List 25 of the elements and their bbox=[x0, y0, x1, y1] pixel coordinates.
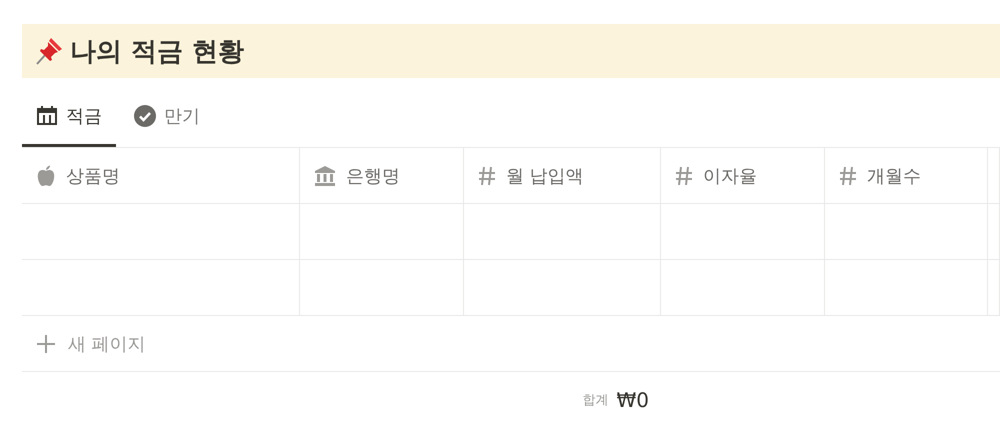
view-tab[interactable]: 적금 bbox=[22, 78, 116, 147]
column-label: 은행명 bbox=[346, 164, 400, 188]
bank-icon bbox=[314, 166, 336, 186]
pushpin-icon bbox=[34, 36, 64, 66]
column-header[interactable]: 월 납입액 bbox=[464, 148, 661, 203]
hash-icon bbox=[839, 166, 857, 186]
column-label: 월 납입액 bbox=[506, 164, 584, 188]
hash-icon bbox=[478, 166, 496, 186]
hash-icon bbox=[675, 166, 693, 186]
page-title: 나의 적금 현황 bbox=[70, 36, 244, 68]
column-header[interactable]: 상품명 bbox=[22, 148, 300, 203]
column-header[interactable]: 이자율 bbox=[661, 148, 825, 203]
column-label: 이자율 bbox=[703, 164, 757, 188]
check-circle-icon bbox=[134, 105, 156, 127]
column-header[interactable]: 은행명 bbox=[300, 148, 464, 203]
column-label: 개월수 bbox=[867, 164, 921, 188]
sum-label: 합계 bbox=[582, 392, 608, 408]
calendar-icon bbox=[36, 106, 58, 126]
plus-icon bbox=[36, 334, 56, 354]
column-header[interactable]: 개월수 bbox=[825, 148, 988, 203]
apple-icon bbox=[36, 164, 56, 186]
new-page-button[interactable]: 새 페이지 bbox=[22, 316, 1000, 372]
sum-value: ₩0 bbox=[616, 388, 649, 412]
column-label: 상품명 bbox=[66, 164, 120, 188]
view-tab[interactable]: 만기 bbox=[120, 78, 214, 147]
